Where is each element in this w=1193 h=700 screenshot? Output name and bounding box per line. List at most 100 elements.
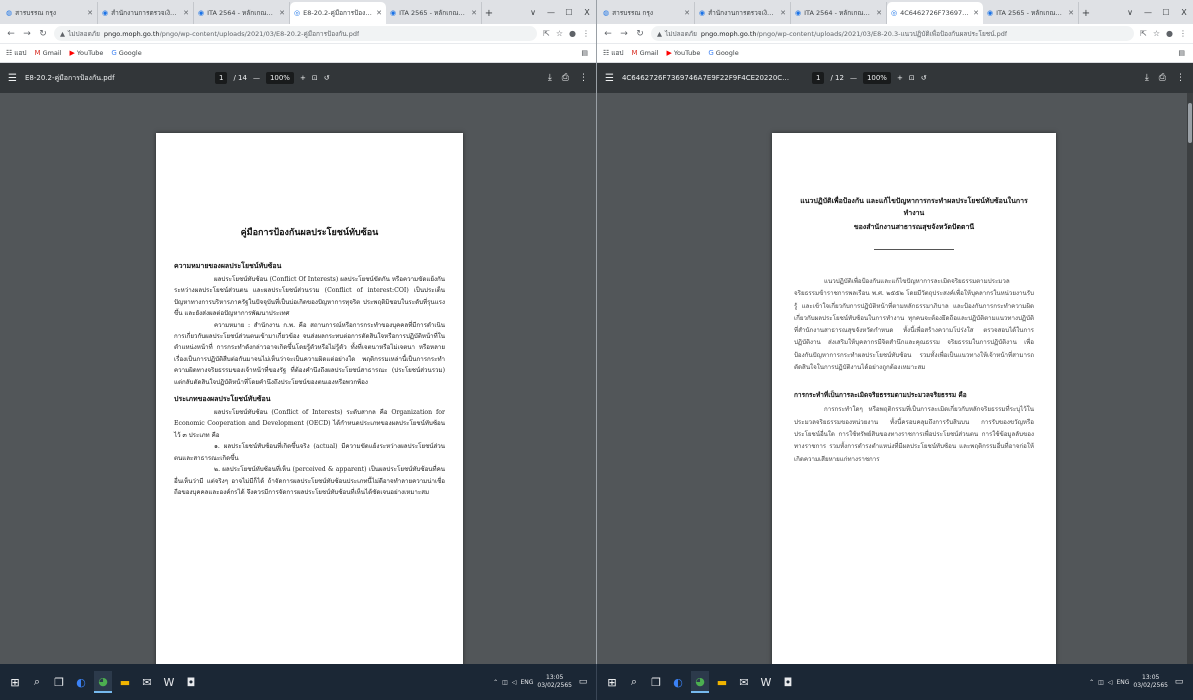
zoom-out-button[interactable]: —	[850, 74, 857, 82]
download-icon[interactable]: ⤓	[1145, 73, 1149, 83]
print-icon[interactable]: ⎙	[1159, 73, 1166, 83]
reload-icon[interactable]: ↻	[38, 29, 48, 39]
search-icon[interactable]: ⌕	[28, 671, 46, 693]
reload-icon[interactable]: ↻	[635, 29, 645, 39]
bookmark-google[interactable]: G Google	[708, 49, 738, 57]
menu-icon[interactable]: ☰	[605, 73, 614, 84]
zoom-level[interactable]: 100%	[265, 72, 294, 84]
close-tab-icon[interactable]: ✕	[471, 9, 477, 17]
close-tab-icon[interactable]: ✕	[973, 9, 979, 17]
scrollbar[interactable]	[1187, 93, 1193, 664]
share-icon[interactable]: ⇱	[543, 29, 550, 38]
bookmark-youtube[interactable]: ▶ YouTube	[667, 49, 701, 57]
minimize-button[interactable]: —	[1139, 8, 1157, 17]
page-number-input[interactable]: 1	[811, 72, 825, 84]
language-indicator[interactable]: ENG	[520, 679, 533, 686]
close-tab-icon[interactable]: ✕	[1068, 9, 1074, 17]
more-icon[interactable]: ⋮	[1176, 73, 1185, 83]
new-tab-button[interactable]: +	[482, 2, 496, 24]
back-icon[interactable]: ←	[603, 29, 613, 39]
fit-page-icon[interactable]: ⊡	[312, 74, 318, 82]
zoom-level[interactable]: 100%	[862, 72, 891, 84]
print-icon[interactable]: ⎙	[562, 73, 569, 83]
task-view-icon[interactable]: ❐	[647, 671, 665, 693]
file-explorer-icon[interactable]: ▬	[713, 671, 731, 693]
minimize-button[interactable]: —	[542, 8, 560, 17]
address-bar[interactable]: ▲ ไม่ปลอดภัย pngo.moph.go.th /pngo/wp-co…	[54, 26, 538, 41]
volume-icon[interactable]: ◁	[1108, 679, 1113, 686]
bookmark-google[interactable]: G Google	[111, 49, 141, 57]
tab-2[interactable]: ◉สำนักงานการตรวจเงินแผ่นดิน✕	[695, 2, 791, 24]
tab-4-active[interactable]: ◎4C6462726F7369746A7E9F22F✕	[887, 2, 983, 24]
profile-icon[interactable]: ●	[569, 29, 576, 38]
zoom-in-button[interactable]: +	[300, 74, 306, 82]
app-icon[interactable]: ◘	[779, 671, 797, 693]
chrome-icon[interactable]: ◕	[94, 671, 112, 693]
profile-icon[interactable]: ●	[1166, 29, 1173, 38]
file-explorer-icon[interactable]: ▬	[116, 671, 134, 693]
tab-5[interactable]: ◉ITA 2565 - หลักเกณฑ์การประเมิน✕	[983, 2, 1079, 24]
close-tab-icon[interactable]: ✕	[876, 9, 882, 17]
app-icon[interactable]: ◘	[182, 671, 200, 693]
clock[interactable]: 13:05 03/02/2565	[1133, 674, 1168, 690]
fit-page-icon[interactable]: ⊡	[909, 74, 915, 82]
menu-icon[interactable]: ⋮	[582, 29, 590, 38]
page-number-input[interactable]: 1	[214, 72, 228, 84]
bookmark-gmail[interactable]: M Gmail	[632, 49, 659, 57]
close-tab-icon[interactable]: ✕	[684, 9, 690, 17]
mail-icon[interactable]: ✉	[138, 671, 156, 693]
tab-1[interactable]: ◍ สารบรรณ กรุง ✕	[599, 2, 695, 24]
chrome-icon[interactable]: ◕	[691, 671, 709, 693]
maximize-button[interactable]: ☐	[1157, 8, 1175, 17]
star-icon[interactable]: ☆	[1153, 29, 1160, 38]
mail-icon[interactable]: ✉	[735, 671, 753, 693]
rotate-icon[interactable]: ↺	[324, 74, 330, 82]
scrollbar-thumb[interactable]	[1188, 103, 1192, 143]
tab-5[interactable]: ◉ITA 2565 - หลักเกณฑ์การประเมิน✕	[386, 2, 482, 24]
edge-icon[interactable]: ◐	[669, 671, 687, 693]
new-tab-button[interactable]: +	[1079, 2, 1093, 24]
close-tab-icon[interactable]: ✕	[87, 9, 93, 17]
address-bar[interactable]: ▲ ไม่ปลอดภัย pngo.moph.go.th /pngo/wp-co…	[651, 26, 1135, 41]
star-icon[interactable]: ☆	[556, 29, 563, 38]
tab-3[interactable]: ◉ITA 2564 - หลักเกณฑ์การประเมิน✕	[791, 2, 887, 24]
share-icon[interactable]: ⇱	[1140, 29, 1147, 38]
close-tab-icon[interactable]: ✕	[183, 9, 189, 17]
tab-1[interactable]: ◍ สารบรรณ กรุง ✕	[2, 2, 98, 24]
network-icon[interactable]: ◫	[1098, 679, 1104, 686]
bookmark-gmail[interactable]: M Gmail	[35, 49, 62, 57]
language-indicator[interactable]: ENG	[1116, 679, 1129, 686]
word-icon[interactable]: W	[160, 671, 178, 693]
rotate-icon[interactable]: ↺	[921, 74, 927, 82]
pdf-viewer[interactable]: คู่มือการป้องกันผลประโยชน์ทับซ้อน ความหม…	[0, 93, 596, 664]
windows-start-icon[interactable]: ⊞	[6, 671, 24, 693]
other-bookmarks[interactable]: ▤	[1178, 49, 1187, 57]
tab-search-button[interactable]: ∨	[1121, 8, 1139, 17]
more-icon[interactable]: ⋮	[579, 73, 588, 83]
notification-icon[interactable]: ▭	[1172, 677, 1186, 687]
tab-search-button[interactable]: ∨	[524, 8, 542, 17]
bookmark-apps[interactable]: ☷ แอป	[6, 48, 27, 58]
zoom-out-button[interactable]: —	[253, 74, 260, 82]
maximize-button[interactable]: ☐	[560, 8, 578, 17]
tab-3[interactable]: ◉ITA 2564 - หลักเกณฑ์การประเมิน✕	[194, 2, 290, 24]
pdf-viewer[interactable]: แนวปฏิบัติเพื่อป้องกัน และแก้ไขปัญหาการก…	[597, 93, 1193, 664]
network-icon[interactable]: ◫	[502, 679, 508, 686]
tray-chevron-icon[interactable]: ⌃	[493, 679, 498, 686]
menu-icon[interactable]: ☰	[8, 73, 17, 84]
tray-chevron-icon[interactable]: ⌃	[1089, 679, 1094, 686]
forward-icon[interactable]: →	[22, 29, 32, 39]
zoom-in-button[interactable]: +	[897, 74, 903, 82]
bookmark-apps[interactable]: ☷ แอป	[603, 48, 624, 58]
close-tab-icon[interactable]: ✕	[279, 9, 285, 17]
search-icon[interactable]: ⌕	[625, 671, 643, 693]
edge-icon[interactable]: ◐	[72, 671, 90, 693]
tab-2[interactable]: ◉สำนักงานการตรวจเงินแผ่นดิน✕	[98, 2, 194, 24]
close-tab-icon[interactable]: ✕	[376, 9, 382, 17]
windows-start-icon[interactable]: ⊞	[603, 671, 621, 693]
close-window-button[interactable]: X	[578, 8, 596, 17]
task-view-icon[interactable]: ❐	[50, 671, 68, 693]
back-icon[interactable]: ←	[6, 29, 16, 39]
bookmark-youtube[interactable]: ▶ YouTube	[70, 49, 104, 57]
word-icon[interactable]: W	[757, 671, 775, 693]
